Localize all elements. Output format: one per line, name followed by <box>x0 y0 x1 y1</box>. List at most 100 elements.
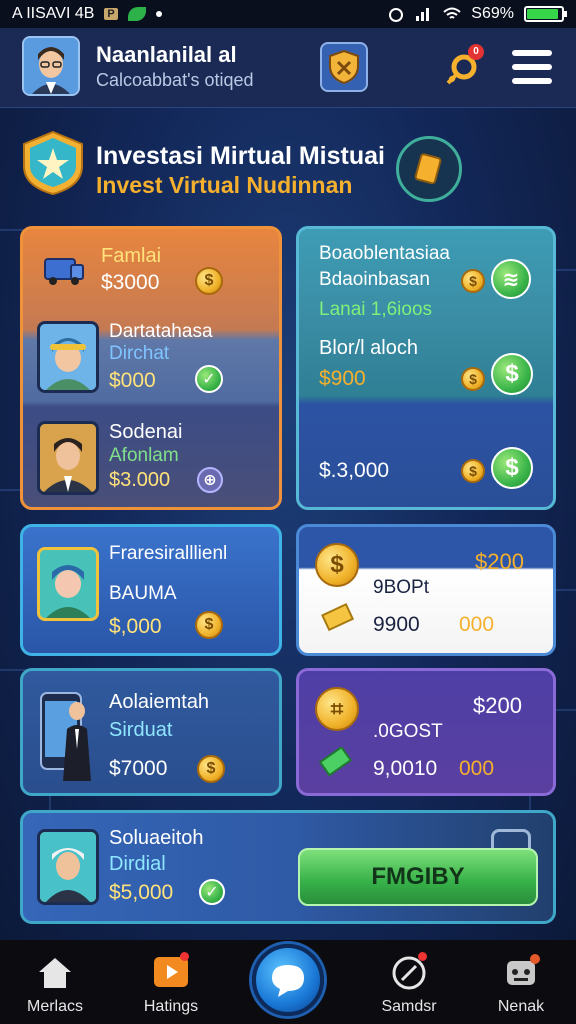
holding-value: $3000 <box>101 271 160 294</box>
menu-line <box>512 64 552 70</box>
bottom-nav: Merlacs Hatings Samdsr Nenak <box>0 940 576 1024</box>
wallet-icon <box>414 153 442 185</box>
summary-card[interactable]: Boaoblentasiaa Bdaoinbasan Lanai 1,6ioos… <box>296 226 556 510</box>
nav-item-samdsr[interactable]: Samdsr <box>354 952 464 1016</box>
coin-icon: ✓ <box>199 879 225 905</box>
battery-icon <box>524 6 567 22</box>
investment-card-aola[interactable]: Aolaiemtah Sirduat $7000 $ <box>20 668 282 796</box>
shield-icon <box>329 50 359 84</box>
card-sublabel: BAUMA <box>109 583 177 604</box>
coin-icon: $ <box>461 269 485 293</box>
card-sublabel: Sirduat <box>109 719 173 741</box>
wallet-button[interactable] <box>396 136 462 202</box>
holding-value: $000 <box>109 369 156 392</box>
robot-icon <box>507 954 540 985</box>
shield-button[interactable] <box>320 42 368 92</box>
nav-item-nenak[interactable]: Nenak <box>466 952 576 1016</box>
coin-icon: $ <box>195 267 223 295</box>
nav-label: Hatings <box>143 998 199 1015</box>
card-sublabel: Dirdial <box>109 853 166 875</box>
summary-value: $900 <box>319 367 366 390</box>
ticket-icon <box>321 603 355 632</box>
investor-portrait <box>37 321 99 393</box>
price-card-2[interactable]: ⌗ $200 .0GOST 9,0010 000 <box>296 668 556 796</box>
basket-coin-icon: ⌗ <box>315 687 359 731</box>
investor-portrait <box>37 829 99 905</box>
card-label: Fraresiralllienl <box>109 543 228 564</box>
price-line: 9900 <box>373 613 420 636</box>
summary-line: Lanai 1,6ioos <box>319 299 433 320</box>
signal-icon <box>416 8 430 21</box>
rewards-button[interactable]: 0 <box>440 42 488 92</box>
holding-sublabel: Dirchat <box>109 343 170 364</box>
dot-icon <box>155 11 162 17</box>
home-icon <box>39 958 71 988</box>
app-badge-icon: P <box>104 8 118 20</box>
price-line: 9BOPt <box>373 577 429 598</box>
card-value: $7000 <box>109 757 168 780</box>
card-label: Aolaiemtah <box>109 691 210 713</box>
menu-button[interactable] <box>512 50 552 84</box>
price-line: .0GOST <box>373 721 443 742</box>
page-subtitle: Invest Virtual Nudinnan <box>96 172 353 198</box>
investor-portrait <box>37 547 99 621</box>
nav-label: Samdsr <box>381 998 437 1015</box>
notification-badge: 0 <box>468 44 484 60</box>
dollar-icon: $ <box>491 447 533 489</box>
card-value: $5,000 <box>109 881 174 904</box>
coin-icon: ✓ <box>195 365 223 393</box>
menu-line <box>512 78 552 84</box>
card-label: Soluaeitoh <box>109 827 204 849</box>
status-bar: A IISAVI 4B P S69% <box>0 0 576 28</box>
price-card-1[interactable]: $ $200 9BOPt 9900 000 <box>296 524 556 656</box>
agent-phone-icon <box>40 692 91 781</box>
nav-item-hatings[interactable]: Hatings <box>116 952 226 1016</box>
wifi-icon <box>443 7 461 19</box>
coin-icon: ⊕ <box>197 467 223 493</box>
user-name: Naanlanilal al <box>96 42 237 67</box>
cash-icon <box>318 747 353 777</box>
nav-badge <box>180 952 189 961</box>
price-line: 9,0010 <box>373 757 438 780</box>
money-stack-icon: ≋ <box>491 259 531 299</box>
chat-icon <box>272 965 304 997</box>
menu-line <box>512 50 552 56</box>
dollar-icon: $ <box>491 353 533 395</box>
nav-item-chat[interactable] <box>252 944 324 1016</box>
alarm-icon <box>389 8 404 22</box>
nav-item-home[interactable]: Merlacs <box>0 952 110 1016</box>
holding-label: Dartatahasa <box>109 321 213 342</box>
badge-icon <box>23 130 83 196</box>
truck-icon <box>44 258 84 285</box>
carrier-label: A IISAVI 4B <box>12 5 95 22</box>
portfolio-card[interactable]: Famlai $3000 $ Dartatahasa Dirchat $000 … <box>20 226 282 510</box>
holding-sublabel: Afonlam <box>109 445 179 466</box>
card-value: $,000 <box>109 615 162 638</box>
summary-total: $.3,000 <box>319 459 390 482</box>
price: $200 <box>475 549 524 574</box>
summary-line: Bdaoinbasan <box>319 269 430 290</box>
investment-card-frase[interactable]: Fraresiralllienl BAUMA $,000 $ <box>20 524 282 656</box>
price: $200 <box>473 693 522 718</box>
coin-icon: $ <box>197 755 225 783</box>
user-subtitle: Calcoabbat's otiqed <box>96 70 254 90</box>
coin-icon: $ <box>461 367 485 391</box>
coin-icon: $ <box>461 459 485 483</box>
avatar[interactable] <box>22 36 80 96</box>
price-line-right: 000 <box>459 757 495 780</box>
battery-percent: S69% <box>471 5 514 22</box>
leaf-icon <box>127 7 146 21</box>
summary-line: Boaoblentasiaa <box>319 243 450 264</box>
app-header: Naanlanilal al Calcoabbat's otiqed 0 <box>0 28 576 108</box>
investor-portrait <box>37 421 99 495</box>
price-line-right: 000 <box>459 613 495 636</box>
page-title: Investasi Mirtual Mistuai <box>96 142 385 170</box>
nav-label: Nenak <box>497 998 545 1015</box>
summary-line: Blor/l aloch <box>319 337 418 359</box>
coin-icon: $ <box>195 611 223 639</box>
nav-label: Merlacs <box>26 998 83 1015</box>
invest-button[interactable]: FMGIBY <box>298 848 538 906</box>
holding-label: Famlai <box>101 245 162 267</box>
holding-label: Sodenai <box>109 421 183 443</box>
holding-value: $3.000 <box>109 469 171 491</box>
